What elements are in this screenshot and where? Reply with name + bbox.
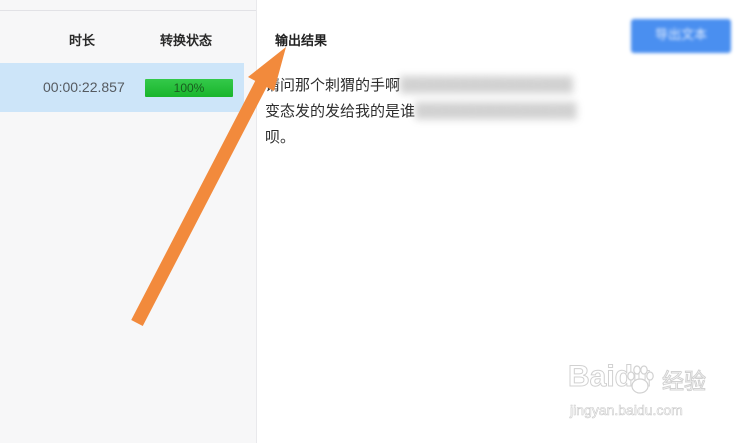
- output-line-text: 呗。: [265, 128, 296, 146]
- column-header-duration[interactable]: 时长: [69, 30, 95, 49]
- column-header-status[interactable]: 转换状态: [160, 30, 212, 49]
- app-window: 时长 转换状态 00:00:22.857 100% 输出结果 导出文本 请问那个…: [0, 0, 743, 443]
- paw-icon: [627, 365, 654, 394]
- output-line-text: 请问那个刺猬的手啊: [265, 76, 401, 94]
- progress-label: 100%: [173, 81, 205, 95]
- baidu-watermark: Baidu 经验 jingyan.baidu.com: [562, 356, 722, 426]
- duration-value: 00:00:22.857: [43, 79, 125, 95]
- watermark-brand: 经验: [661, 370, 707, 396]
- output-line: 变态发的发给我的是谁▒▒▒▒▒▒▒▒▒▒▒▒▒▒: [265, 98, 715, 124]
- output-line: 呗。: [265, 124, 715, 150]
- export-button[interactable]: 导出文本: [631, 19, 731, 53]
- watermark-url: jingyan.baidu.com: [570, 402, 683, 419]
- file-list-panel: 时长 转换状态 00:00:22.857 100%: [0, 0, 257, 443]
- conversion-progress-bar: 100%: [145, 79, 233, 97]
- panel-divider: [0, 10, 256, 11]
- output-title: 输出结果: [275, 34, 328, 49]
- output-line: 请问那个刺猬的手啊▒▒▒▒▒▒▒▒▒▒▒▒▒▒▒: [265, 72, 715, 98]
- output-line-text: 变态发的发给我的是谁: [265, 102, 416, 120]
- output-text-area[interactable]: 请问那个刺猬的手啊▒▒▒▒▒▒▒▒▒▒▒▒▒▒▒ 变态发的发给我的是谁▒▒▒▒▒…: [265, 72, 715, 150]
- file-row[interactable]: 00:00:22.857 100%: [0, 63, 244, 112]
- redacted-text: ▒▒▒▒▒▒▒▒▒▒▒▒▒▒: [415, 102, 577, 120]
- redacted-text: ▒▒▒▒▒▒▒▒▒▒▒▒▒▒▒: [400, 76, 574, 94]
